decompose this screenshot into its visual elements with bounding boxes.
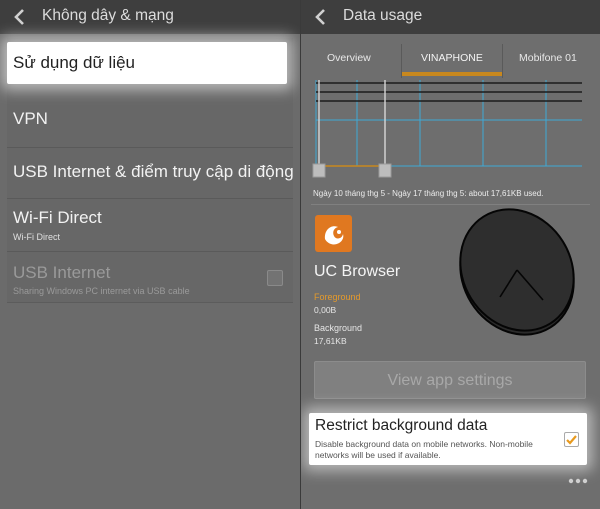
- menu-item-data-usage[interactable]: Sử dụng dữ liệu: [7, 42, 287, 84]
- background-label: Background: [314, 323, 363, 333]
- action-bar: Data usage: [301, 0, 600, 34]
- uc-browser-icon: [315, 215, 352, 252]
- restrict-label: Restrict background data: [315, 417, 488, 434]
- menu-item-vpn[interactable]: VPN: [7, 94, 293, 148]
- menu-item-subtitle: Sharing Windows PC internet via USB cabl…: [13, 286, 190, 296]
- overflow-menu-icon[interactable]: [568, 477, 588, 485]
- menu-item-label: Sử dụng dữ liệu: [13, 53, 136, 72]
- tab-mobifone[interactable]: Mobifone 01: [519, 52, 577, 64]
- usage-chart: [312, 80, 582, 178]
- settings-list: Sử dụng dữ liệu VPN USB Internet & điểm …: [7, 38, 294, 303]
- back-chevron-icon[interactable]: [313, 8, 329, 26]
- active-tab-indicator: [402, 72, 502, 76]
- checkmark-icon: [566, 435, 577, 445]
- restrict-description: Disable background data on mobile networ…: [315, 439, 533, 460]
- background-value: 17,61KB: [314, 336, 347, 346]
- foreground-value: 0,00B: [314, 305, 337, 315]
- usage-summary: Ngày 10 tháng thg 5 - Ngày 17 tháng thg …: [313, 189, 544, 198]
- foreground-label: Foreground: [314, 292, 361, 302]
- menu-item-usb-internet[interactable]: USB Internet Sharing Windows PC internet…: [7, 252, 293, 302]
- menu-item-usb-hotspot[interactable]: USB Internet & điểm truy cập di động: [7, 148, 294, 199]
- screen-title: Data usage: [343, 7, 423, 24]
- tab-separator: [502, 44, 503, 78]
- usage-pie-chart: [459, 208, 575, 336]
- menu-item-label: USB Internet: [13, 263, 111, 282]
- restrict-checkbox[interactable]: [564, 432, 579, 447]
- restrict-background-row[interactable]: Restrict background data Disable backgro…: [309, 413, 587, 465]
- menu-item-label: USB Internet & điểm truy cập di động: [13, 162, 294, 181]
- wireless-networks-screen: Không dây & mạng Sử dụng dữ liệu VPN USB…: [0, 0, 300, 509]
- app-name: UC Browser: [314, 263, 401, 280]
- view-app-settings-button[interactable]: View app settings: [314, 361, 586, 399]
- menu-item-subtitle: Wi-Fi Direct: [13, 232, 60, 242]
- data-usage-screen: Data usage Overview VINAPHONE Mobifone 0…: [301, 0, 600, 509]
- menu-item-wifi-direct[interactable]: Wi-Fi Direct Wi-Fi Direct: [7, 199, 293, 252]
- usb-internet-checkbox[interactable]: [267, 270, 283, 286]
- tab-vinaphone[interactable]: VINAPHONE: [421, 52, 483, 64]
- menu-item-label: VPN: [13, 109, 48, 128]
- action-bar: Không dây & mạng: [0, 0, 300, 34]
- tab-overview[interactable]: Overview: [327, 52, 371, 64]
- back-chevron-icon[interactable]: [12, 8, 28, 26]
- screen-title: Không dây & mạng: [42, 7, 174, 24]
- menu-item-label: Wi-Fi Direct: [13, 208, 102, 227]
